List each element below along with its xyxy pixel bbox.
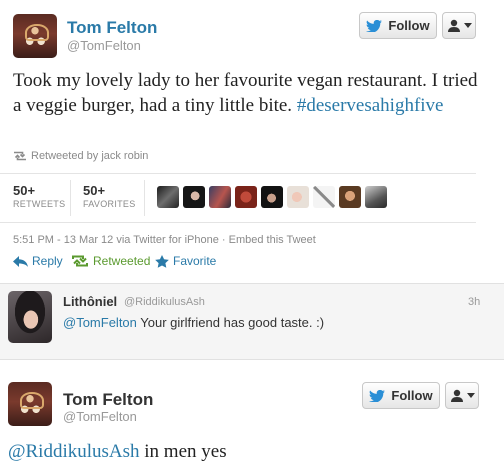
favoriter-avatar[interactable] [339,186,361,208]
retweeted-by-text: Retweeted by jack robin [31,150,149,162]
response-body: in men yes [139,441,227,462]
response-author-avatar[interactable] [8,382,52,426]
twitter-bird-icon [369,389,386,402]
chevron-down-icon [466,393,475,398]
reply-body: Your girlfriend has good taste. :) [136,315,325,330]
author-avatar[interactable] [13,14,57,58]
follow-label: Follow [391,388,433,403]
reply-text: @TomFelton Your girlfriend has good tast… [63,315,324,330]
favorites-label[interactable]: FAVORITES [83,199,136,209]
response-text: @RiddikulusAsh in men yes [8,440,227,464]
stats-divider-top [0,173,476,174]
person-icon [447,19,460,32]
retweeted-by[interactable]: Retweeted by jack robin [13,150,148,162]
user-actions-button[interactable] [445,382,479,409]
favoriter-avatar[interactable] [235,186,257,208]
favoriter-avatar[interactable] [157,186,179,208]
star-icon [155,254,169,268]
twitter-bird-icon [366,19,383,32]
response-author-name[interactable]: Tom Felton [63,390,153,410]
favorites-count[interactable]: 50+ [83,183,105,198]
stats-separator-2 [144,180,145,216]
favoriter-avatar[interactable] [287,186,309,208]
favoriter-avatar[interactable] [365,186,387,208]
author-name[interactable]: Tom Felton [67,18,157,38]
favorite-label: Favorite [173,254,217,268]
reply-author-avatar[interactable] [8,291,52,343]
favoriter-avatar[interactable] [183,186,205,208]
retweets-label[interactable]: RETWEETS [13,199,65,209]
favoriter-avatar[interactable] [313,186,335,208]
retweet-icon [72,255,88,267]
retweeted-label: Retweeted [93,254,151,268]
favorite-action[interactable]: Favorite [155,254,216,268]
person-icon [450,389,463,402]
retweet-icon [14,151,26,161]
stats-separator [70,180,71,216]
reply-time[interactable]: 3h [468,296,480,308]
reply-mention[interactable]: @TomFelton [63,315,137,330]
reply-icon [13,255,28,267]
favoriter-avatar[interactable] [261,186,283,208]
reply-action[interactable]: Reply [13,254,63,268]
reply-author-name[interactable]: Lithôniel [63,294,117,309]
tweet-meta[interactable]: 5:51 PM - 13 Mar 12 via Twitter for iPho… [13,234,316,246]
response-author-handle[interactable]: @TomFelton [63,409,137,424]
favoriter-avatar[interactable] [209,186,231,208]
stats-divider-bottom [0,222,476,223]
follow-label: Follow [388,18,430,33]
chevron-down-icon [463,23,472,28]
tweet-text: Took my lovely lady to her favourite veg… [13,68,483,118]
response-mention[interactable]: @RiddikulusAsh [8,441,140,462]
tweet-hashtag[interactable]: #deservesahighfive [297,95,444,116]
reply-label: Reply [32,254,63,268]
follow-button[interactable]: Follow [362,382,440,409]
author-handle[interactable]: @TomFelton [67,38,141,53]
reply-author-handle[interactable]: @RiddikulusAsh [124,296,205,308]
retweeted-action[interactable]: Retweeted [71,254,150,268]
follow-button[interactable]: Follow [359,12,437,39]
retweets-count[interactable]: 50+ [13,183,35,198]
user-actions-button[interactable] [442,12,476,39]
